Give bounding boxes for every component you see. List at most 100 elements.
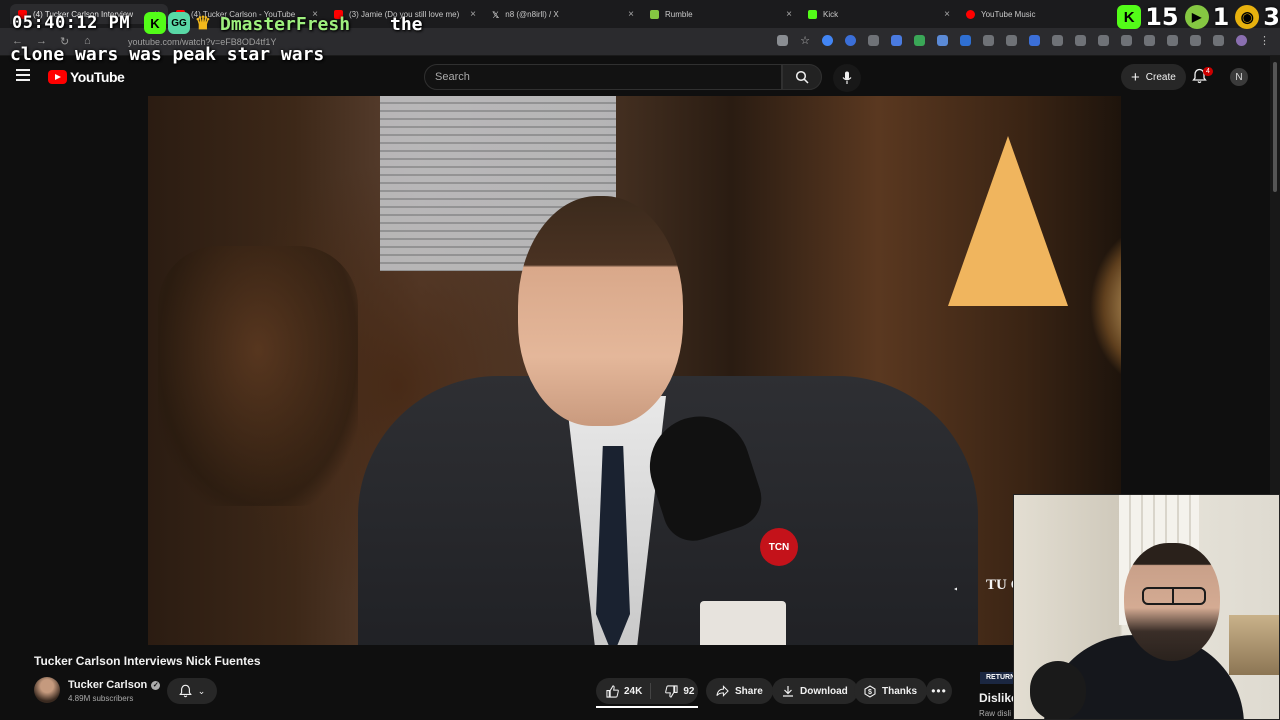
extension-icon[interactable]: [914, 35, 925, 46]
share-arrow-icon: [716, 685, 729, 697]
extension-icon[interactable]: [960, 35, 971, 46]
extension-icon[interactable]: [845, 35, 856, 46]
background-chair: [158, 246, 358, 506]
rumble-viewer-count: 1: [1212, 3, 1230, 31]
channel-name-link[interactable]: Tucker Carlson ✓: [68, 679, 161, 691]
extension-icon[interactable]: [1029, 35, 1040, 46]
channel-avatar[interactable]: [34, 677, 60, 703]
plus-icon: +: [1131, 68, 1140, 86]
create-button[interactable]: + Create: [1121, 64, 1186, 90]
x-logo-icon: 𝕏: [492, 9, 500, 20]
twitch-icon: ◉: [1235, 5, 1260, 29]
kick-viewer-count: 15: [1145, 3, 1179, 31]
tab-youtube-music[interactable]: YouTube Music: [958, 4, 1078, 24]
kick-badge-icon: K: [144, 12, 166, 34]
tab-label: Rumble: [665, 9, 693, 19]
thanks-label: Thanks: [882, 685, 918, 697]
thanks-button[interactable]: $ Thanks: [854, 678, 928, 704]
profile-avatar[interactable]: [1236, 35, 1247, 46]
kick-viewer-counter: K 15: [1117, 3, 1179, 31]
close-tab-icon[interactable]: ×: [944, 9, 950, 20]
streamer-hand: [1030, 661, 1086, 719]
svg-text:$: $: [868, 689, 872, 696]
gg-badge-icon: GG: [168, 12, 190, 34]
create-label: Create: [1145, 71, 1176, 83]
kebab-menu-icon[interactable]: ⋮: [1259, 34, 1270, 47]
more-actions-button[interactable]: •••: [926, 678, 952, 704]
extension-icon[interactable]: [891, 35, 902, 46]
dislike-count: 92: [683, 685, 695, 697]
extension-icon[interactable]: [1006, 35, 1017, 46]
return-dislike-subtitle: Raw disli: [979, 709, 1012, 718]
kick-icon: K: [1117, 5, 1142, 29]
more-horizontal-icon: •••: [931, 684, 947, 698]
subscriber-count: 4.89M subscribers: [68, 694, 134, 703]
sidebar-icon[interactable]: [1190, 35, 1201, 46]
like-count: 24K: [624, 685, 643, 697]
tab-rumble[interactable]: Rumble ×: [642, 4, 800, 24]
streamer-webcam: [1013, 494, 1280, 720]
scrollbar-thumb[interactable]: [1273, 62, 1277, 192]
search-placeholder: Search: [435, 71, 470, 83]
subscription-notifications-button[interactable]: ⌄: [167, 678, 217, 704]
verified-check-icon: ✓: [151, 680, 161, 690]
youtube-logo[interactable]: YouTube: [48, 69, 125, 85]
dislike-button[interactable]: 92: [657, 684, 702, 698]
microphone-icon: [842, 71, 852, 84]
code-icon[interactable]: [1144, 35, 1155, 46]
tab-x-n8[interactable]: 𝕏 n8 (@n8irll) / X ×: [484, 4, 642, 24]
search-button[interactable]: [782, 64, 822, 90]
like-button[interactable]: 24K: [596, 683, 652, 699]
install-app-icon[interactable]: [777, 35, 789, 46]
account-avatar[interactable]: N: [1230, 68, 1248, 86]
viewer-counters: K 15 ▶ 1 ◉ 3: [1117, 3, 1280, 31]
hamburger-menu-icon[interactable]: [16, 69, 30, 81]
webcam-shelf: [1229, 615, 1279, 675]
youtube-wordmark: YouTube: [70, 69, 125, 85]
tab-label: Kick: [823, 9, 839, 19]
search-icon: [795, 70, 809, 84]
third-viewer-counter: ◉ 3: [1235, 3, 1280, 31]
chat-badges: K GG ♛: [144, 12, 214, 34]
third-viewer-count: 3: [1263, 3, 1280, 31]
close-tab-icon[interactable]: ×: [786, 9, 792, 20]
extension-toolbar: ☆ ⋮: [777, 34, 1270, 47]
youtube-music-favicon-icon: [966, 9, 975, 19]
extension-icon[interactable]: [1052, 35, 1063, 46]
like-dislike-group: 24K 92: [596, 678, 698, 704]
rumble-icon: ▶: [1184, 5, 1209, 29]
extensions-puzzle-icon[interactable]: [1213, 35, 1224, 46]
download-icon: [783, 686, 793, 697]
notification-count-badge: 4: [1203, 67, 1213, 76]
close-tab-icon[interactable]: ×: [628, 9, 634, 20]
extension-icon[interactable]: [822, 35, 833, 46]
thumbs-up-icon: [606, 684, 619, 698]
search-input[interactable]: Search: [424, 64, 782, 90]
share-button[interactable]: Share: [706, 678, 773, 704]
chat-message-line-2: clone wars was peak star wars: [10, 44, 325, 65]
bookmark-star-icon[interactable]: ☆: [800, 34, 810, 47]
voice-search-button[interactable]: [833, 64, 861, 92]
thumbs-down-icon: [665, 684, 678, 698]
video-title: Tucker Carlson Interviews Nick Fuentes: [34, 654, 261, 668]
close-tab-icon[interactable]: ×: [470, 9, 476, 20]
tab-kick[interactable]: Kick ×: [800, 4, 958, 24]
download-label: Download: [800, 685, 848, 697]
extension-icon[interactable]: [983, 35, 994, 46]
download-button[interactable]: Download: [772, 678, 858, 704]
extension-icon[interactable]: [1121, 35, 1132, 46]
crown-badge-icon: ♛: [194, 12, 212, 33]
extension-icon[interactable]: [868, 35, 879, 46]
extension-icon[interactable]: [1075, 35, 1086, 46]
microphone-logo: TCN: [760, 528, 798, 566]
history-icon[interactable]: [1098, 35, 1109, 46]
extension-icon[interactable]: [937, 35, 948, 46]
video-player[interactable]: TCN TU CA: [148, 96, 1121, 645]
reading-list-icon[interactable]: [1167, 35, 1178, 46]
like-ratio-bar: [596, 706, 698, 708]
rumble-viewer-counter: ▶ 1: [1184, 3, 1230, 31]
return-dislike-title: Dislike: [979, 691, 1018, 705]
rumble-favicon-icon: [650, 9, 659, 19]
coffee-mug: [700, 601, 786, 645]
bell-ringing-icon: [178, 684, 192, 698]
